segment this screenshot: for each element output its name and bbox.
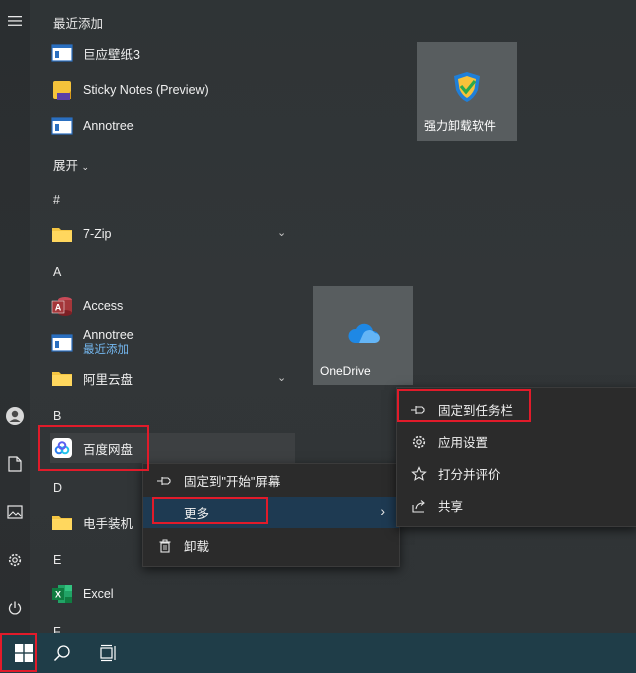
chevron-down-icon[interactable]: ⌄	[277, 226, 286, 239]
more-submenu: 固定到任务栏 应用设置 打分并评价 共享	[396, 387, 636, 527]
window-app-icon	[50, 41, 74, 65]
pin-icon	[155, 471, 175, 491]
task-view-icon	[100, 644, 116, 662]
folder-icon	[50, 510, 74, 534]
chevron-down-icon: ⌄	[81, 162, 90, 172]
menu-item-rate-review[interactable]: 打分并评价	[397, 458, 636, 489]
menu-item-app-settings[interactable]: 应用设置	[397, 426, 636, 457]
svg-text:A: A	[55, 303, 62, 313]
menu-item-pin-to-start[interactable]: 固定到"开始"屏幕	[143, 465, 399, 496]
tile-onedrive[interactable]: OneDrive	[313, 286, 413, 385]
gear-icon	[409, 432, 429, 452]
menu-item-uninstall[interactable]: 卸载	[143, 530, 399, 561]
group-header-d[interactable]: D	[53, 481, 62, 495]
app-access[interactable]: A Access	[50, 291, 295, 321]
cloud-icon	[346, 323, 380, 350]
menu-item-more[interactable]: 更多 ›	[143, 497, 399, 528]
group-header-e[interactable]: E	[53, 553, 61, 567]
app-annotree[interactable]: Annotree 最近添加	[50, 327, 295, 359]
baidu-netdisk-icon	[50, 436, 74, 460]
window-app-icon	[50, 331, 74, 355]
app-baidu-netdisk[interactable]: 百度网盘	[50, 433, 295, 463]
search-icon	[53, 645, 70, 662]
search-button[interactable]	[38, 633, 86, 673]
app-aliyun-drive[interactable]: 阿里云盘	[50, 363, 295, 393]
app-annotree-recent[interactable]: Annotree	[50, 111, 295, 141]
app-context-menu: 固定到"开始"屏幕 更多 › 卸载	[142, 463, 400, 567]
svg-text:X: X	[55, 590, 61, 600]
task-view-button[interactable]	[85, 633, 133, 673]
sticky-notes-icon	[50, 78, 74, 102]
expand-button[interactable]: 展开 ⌄	[53, 155, 89, 174]
tile-uninstall-tool[interactable]: 强力卸载软件	[417, 42, 517, 141]
access-icon: A	[50, 294, 74, 318]
group-header-a[interactable]: A	[53, 265, 61, 279]
menu-item-pin-to-taskbar[interactable]: 固定到任务栏	[397, 394, 636, 425]
app-sticky-notes[interactable]: Sticky Notes (Preview)	[50, 75, 295, 105]
app-excel[interactable]: X Excel	[50, 579, 295, 609]
shield-icon	[451, 70, 483, 109]
star-icon	[409, 464, 429, 484]
group-header-f[interactable]: F	[53, 624, 61, 633]
pin-icon	[409, 400, 429, 420]
recent-header: 最近添加	[53, 17, 104, 31]
trash-icon	[155, 536, 175, 556]
app-7zip[interactable]: 7-Zip	[50, 219, 295, 249]
group-header-b[interactable]: B	[53, 409, 61, 423]
share-icon	[409, 496, 429, 516]
group-header-hash[interactable]: #	[53, 193, 60, 207]
folder-icon	[50, 222, 74, 246]
folder-icon	[50, 366, 74, 390]
window-app-icon	[50, 114, 74, 138]
taskbar	[0, 633, 636, 673]
app-juying-wallpaper[interactable]: 巨应壁纸3	[50, 38, 295, 68]
chevron-down-icon[interactable]: ⌄	[277, 371, 286, 384]
excel-icon: X	[50, 582, 74, 606]
chevron-right-icon: ›	[380, 503, 385, 519]
windows-logo-icon	[15, 644, 33, 662]
menu-item-share[interactable]: 共享	[397, 490, 636, 521]
